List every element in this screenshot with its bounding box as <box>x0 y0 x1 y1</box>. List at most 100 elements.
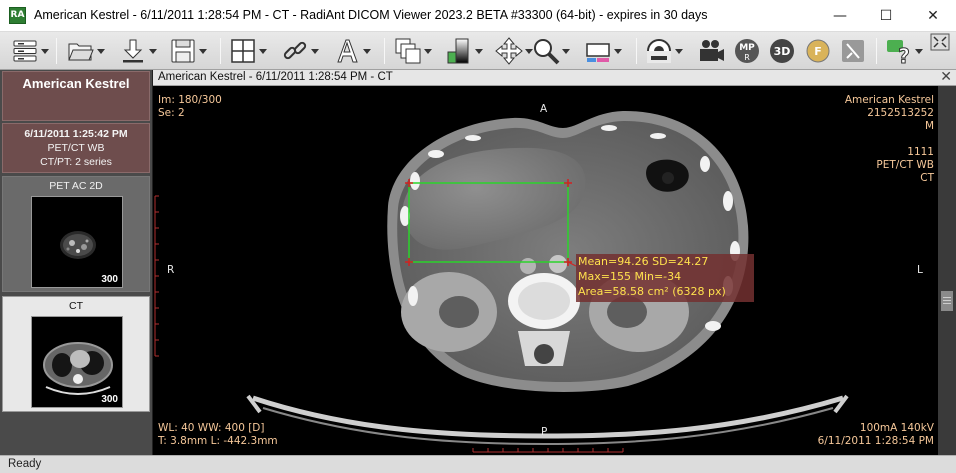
viewer-header: American Kestrel - 6/11/2011 1:28:54 PM … <box>153 69 956 86</box>
study-description: PET/CT WB <box>47 142 105 154</box>
chevron-down-icon[interactable] <box>258 35 267 67</box>
text-a-icon <box>337 39 358 63</box>
export-button[interactable] <box>838 35 868 67</box>
window-level-button[interactable] <box>444 35 483 67</box>
stack-icon <box>395 38 421 64</box>
roi-max-min: Max=155 Min=-34 <box>578 270 682 283</box>
roi-stats-box[interactable]: Mean=94.26 SD=24.27 Max=155 Min=-34 Area… <box>576 254 754 302</box>
mpr-icon: MPR <box>735 39 759 63</box>
svg-text:3D: 3D <box>774 45 791 58</box>
status-bar: Ready <box>0 455 956 473</box>
orientation-top: A <box>540 103 548 115</box>
minimize-button[interactable]: — <box>817 0 863 32</box>
save-button[interactable] <box>168 35 207 67</box>
orientation-bottom: P <box>541 426 548 438</box>
series-thumbnail[interactable]: 300 <box>31 316 123 408</box>
move-arrows-icon <box>495 37 523 65</box>
ct-slice-image[interactable] <box>153 86 938 455</box>
folder-open-icon <box>68 43 94 61</box>
study-info[interactable]: 6/11/2011 1:25:42 PM PET/CT WB CT/PT: 2 … <box>2 123 150 173</box>
chevron-down-icon[interactable] <box>96 35 105 67</box>
series-stack-button[interactable] <box>393 35 432 67</box>
modality-label: CT <box>920 172 934 184</box>
fullscreen-button[interactable] <box>930 33 950 51</box>
help-icon: ? <box>887 40 910 66</box>
toolbar-separator <box>220 38 221 64</box>
fusion-button[interactable]: F <box>803 35 833 67</box>
video-camera-icon <box>700 40 724 61</box>
scrollbar-thumb[interactable] <box>941 291 953 311</box>
menu-icon <box>13 40 37 62</box>
chevron-down-icon[interactable] <box>474 35 483 67</box>
svg-text:MP: MP <box>739 43 755 53</box>
series-item-pet[interactable]: PET AC 2D 300 <box>2 176 150 292</box>
status-text: Ready <box>8 458 42 470</box>
window-level-icon <box>447 38 469 64</box>
video-button[interactable] <box>696 35 726 67</box>
series-name: CT <box>69 300 83 312</box>
roi-mean-sd: Mean=94.26 SD=24.27 <box>578 255 709 268</box>
annotation-text-button[interactable] <box>332 35 371 67</box>
chevron-down-icon[interactable] <box>613 35 622 67</box>
series-index-label: Se: 2 <box>158 107 185 119</box>
chevron-down-icon[interactable] <box>362 35 371 67</box>
svg-text:F: F <box>814 45 822 58</box>
link-series-button[interactable] <box>280 35 319 67</box>
series-count: CT/PT: 2 series <box>40 156 112 168</box>
close-window-button[interactable]: ✕ <box>910 0 956 32</box>
toolbar-separator <box>56 38 57 64</box>
chevron-down-icon[interactable] <box>148 35 157 67</box>
image-canvas[interactable]: Im: 180/300 Se: 2 American Kestrel 21525… <box>153 86 938 455</box>
chevron-down-icon[interactable] <box>310 35 319 67</box>
chevron-down-icon[interactable] <box>198 35 207 67</box>
series-item-ct[interactable]: CT 300 <box>2 296 150 412</box>
download-button[interactable] <box>118 35 157 67</box>
image-count: 300 <box>101 274 118 285</box>
patient-sex-label: M <box>924 120 934 132</box>
title-bar: RA American Kestrel - 6/11/2011 1:28:54 … <box>0 0 956 32</box>
pan-button[interactable] <box>494 35 533 67</box>
chevron-down-icon[interactable] <box>914 35 923 67</box>
3d-vr-button[interactable]: 3D <box>767 35 797 67</box>
grid-layout-icon <box>231 39 255 63</box>
slice-thickness-label: T: 3.8mm L: -442.3mm <box>158 435 278 447</box>
menu-button[interactable] <box>10 35 49 67</box>
roi-area: Area=58.58 cm² (6328 px) <box>578 285 726 298</box>
chevron-down-icon[interactable] <box>423 35 432 67</box>
magnifier-icon <box>534 39 560 65</box>
study-date: 6/11/2011 1:25:42 PM <box>24 128 128 140</box>
layout-button[interactable] <box>228 35 267 67</box>
orientation-left: R <box>167 264 175 276</box>
export-icon <box>842 40 864 62</box>
svg-text:R: R <box>744 53 750 62</box>
close-viewer-button[interactable]: ✕ <box>940 69 952 85</box>
mpr-button[interactable]: MP R <box>732 35 762 67</box>
patient-name: American Kestrel <box>22 76 130 91</box>
image-count: 300 <box>101 394 118 405</box>
exposure-label: 100mA 140kV <box>859 422 934 434</box>
image-index-label: Im: 180/300 <box>158 94 222 106</box>
study-desc-label: PET/CT WB <box>876 159 934 171</box>
window-level-label: WL: 40 WW: 400 [D] <box>158 422 265 434</box>
help-button[interactable]: ? <box>884 35 923 67</box>
fusion-icon: F <box>806 39 830 63</box>
open-button[interactable] <box>66 35 105 67</box>
chevron-down-icon[interactable] <box>40 35 49 67</box>
series-thumbnail[interactable]: 300 <box>31 196 123 288</box>
maximize-button[interactable]: ☐ <box>863 0 909 32</box>
study-header[interactable]: American Kestrel <box>2 71 150 121</box>
toolbar-separator <box>876 38 877 64</box>
chevron-down-icon[interactable] <box>561 35 570 67</box>
study-panel: American Kestrel 6/11/2011 1:25:42 PM PE… <box>0 70 153 455</box>
slice-scrollbar[interactable] <box>938 86 956 455</box>
fullscreen-icon <box>930 33 950 51</box>
rectangle-roi-icon <box>586 43 610 62</box>
chevron-down-icon[interactable] <box>674 35 683 67</box>
roi-rectangle-button[interactable] <box>583 35 622 67</box>
toolbar: MP R 3D F ? <box>0 32 956 70</box>
zoom-button[interactable] <box>531 35 570 67</box>
mpr-tool-button[interactable] <box>644 35 683 67</box>
toolbar-separator <box>636 38 637 64</box>
patient-id-label: 2152513252 <box>867 107 934 119</box>
series-name: PET AC 2D <box>49 180 103 192</box>
